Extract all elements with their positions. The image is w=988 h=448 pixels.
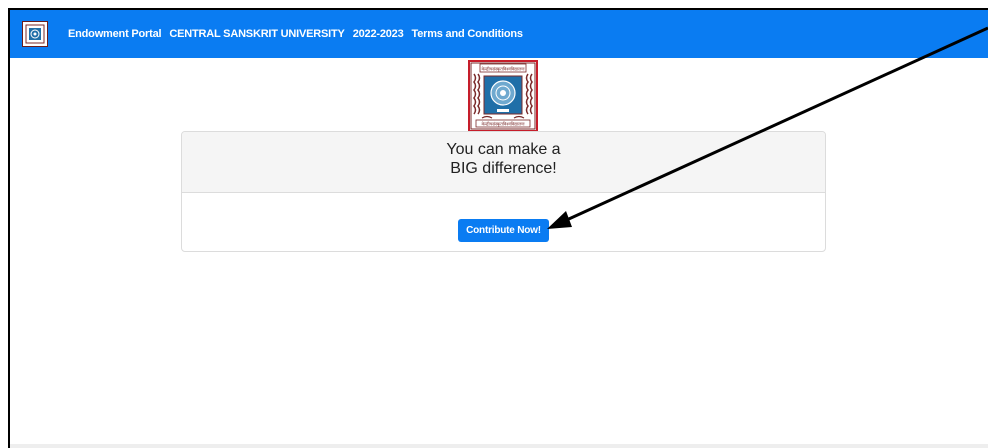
- card-heading-line2: BIG difference!: [450, 160, 557, 177]
- card-header: You can make a BIG difference!: [182, 132, 825, 193]
- university-logo-icon[interactable]: [22, 21, 48, 47]
- card-body: Contribute Now!: [182, 193, 825, 242]
- contribute-now-button[interactable]: Contribute Now!: [458, 219, 549, 242]
- nav-link-2022-2023[interactable]: 2022-2023: [353, 28, 404, 40]
- nav-link-terms-and-conditions[interactable]: Terms and Conditions: [412, 28, 524, 40]
- emblem-top-text: केन्द्रीयसंस्कृतविश्वविद्यालयः: [481, 66, 524, 72]
- browser-page: Endowment Portal CENTRAL SANSKRIT UNIVER…: [8, 8, 988, 448]
- top-navbar: Endowment Portal CENTRAL SANSKRIT UNIVER…: [10, 10, 988, 58]
- nav-link-endowment-portal[interactable]: Endowment Portal: [68, 28, 162, 40]
- card-heading-line1: You can make a: [446, 141, 561, 158]
- donation-card: You can make a BIG difference! Contribut…: [181, 131, 826, 252]
- nav-link-central-sanskrit-university[interactable]: CENTRAL SANSKRIT UNIVERSITY: [169, 28, 345, 40]
- emblem-bottom-text: केन्द्रीयसंस्कृतविश्वविद्यालयः: [481, 122, 524, 128]
- footer-bar: [10, 444, 988, 448]
- university-emblem: केन्द्रीयसंस्कृतविश्वविद्यालयः केन्द्रीय…: [468, 60, 538, 132]
